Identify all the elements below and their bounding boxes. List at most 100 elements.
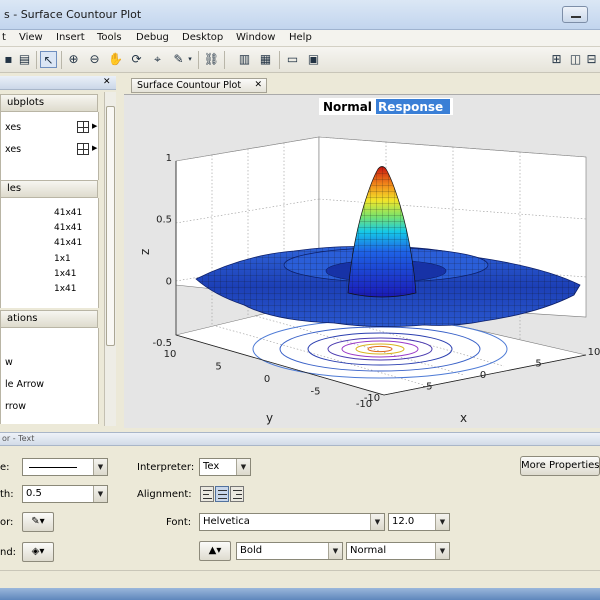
menu-edit[interactable]: t [2,32,6,43]
menu-insert[interactable]: Insert [56,32,85,43]
arrow-right-icon[interactable]: ▶ [92,122,97,130]
z-axis-ticks: 1 0.5 0 -0.5 [152,153,172,349]
chevron-down-icon: ▼ [236,459,250,475]
print-icon[interactable]: ▤ [16,51,33,68]
menu-window[interactable]: Window [236,32,275,43]
background-color-button[interactable]: ◈▾ [22,542,54,562]
line-style-label: e: [0,462,10,473]
y-axis-label: y [266,411,273,425]
edge-color-button[interactable]: ✎▾ [22,512,54,532]
save-icon[interactable]: ▪ [0,51,17,68]
line-width-label: th: [0,489,14,500]
palette-title-bar [0,76,116,90]
zoom-in-icon[interactable]: ⊕ [65,51,82,68]
zoom-out-icon[interactable]: ⊖ [86,51,103,68]
hide-plot-tools-icon[interactable]: ▭ [284,51,301,68]
property-editor-bar: or - Text [0,432,600,446]
chevron-down-icon: ▼ [370,514,384,530]
data-cursor-icon[interactable]: ⌖ [149,51,166,68]
background-color-label: nd: [0,547,17,558]
more-properties-button[interactable]: More Properties [520,456,600,476]
insert-colorbar-icon[interactable]: ▥ [236,51,253,68]
plot-title-response[interactable]: Response [378,100,443,114]
menu-view[interactable]: View [19,32,43,43]
subplot-2d-axes[interactable]: xes [5,122,21,133]
layout-rows-icon[interactable]: ⊟ [583,51,600,68]
scrollbar-thumb[interactable] [106,106,115,346]
menu-help[interactable]: Help [289,32,312,43]
variable-size[interactable]: 1x41 [54,269,77,279]
figure-toolbar: ▪ ▤ ↖ ⊕ ⊖ ✋ ⟳ ⌖ ✎ ▾ ⛓ ▥ ▦ ▭ ▣ ⊞ ◫ ⊟ [0,47,600,73]
minimize-icon [571,16,581,18]
x-axis-label: x [460,411,467,425]
close-icon[interactable]: ✕ [103,77,111,87]
z-tick-label: 0 [166,276,172,287]
menu-debug[interactable]: Debug [136,32,169,43]
align-left-button[interactable] [200,486,214,502]
brush-dropdown-icon[interactable]: ▾ [186,51,194,68]
annotation-double-arrow[interactable]: le Arrow [5,379,44,390]
align-center-button[interactable] [215,486,229,502]
insert-legend-icon[interactable]: ▦ [257,51,274,68]
link-plot-icon[interactable]: ⛓ [203,51,220,68]
annotation-text-arrow[interactable]: rrow [5,401,26,412]
line-style-select[interactable]: ▼ [22,458,108,476]
variables-header[interactable]: les [0,180,98,198]
font-angle-select[interactable]: Normal ▼ [346,542,450,560]
toolbar-separator [61,51,62,69]
annotations-panel: w le Arrow rrow [0,328,99,424]
show-plot-tools-icon[interactable]: ▣ [305,51,322,68]
edge-color-label: or: [0,517,14,528]
y-tick-label: 0 [264,374,270,385]
toolbar-separator [279,51,280,69]
grid-icon[interactable] [77,121,89,133]
interpreter-select[interactable]: Tex ▼ [199,458,251,476]
chevron-down-icon: ▼ [93,486,107,502]
property-editor: e: ▼ th: 0.5 ▼ or: ✎▾ nd: ◈▾ Interpreter… [0,446,600,570]
plot-title-normal[interactable]: Normal [323,100,372,114]
z-axis-label: z [138,249,152,255]
align-right-button[interactable] [230,486,244,502]
variable-size[interactable]: 1x1 [54,254,71,264]
font-name-select[interactable]: Helvetica ▼ [199,513,385,531]
grid-icon[interactable] [77,143,89,155]
brush-icon[interactable]: ✎ [170,51,187,68]
variable-size[interactable]: 41x41 [54,238,82,248]
palette-scrollbar[interactable] [104,92,116,426]
font-size-select[interactable]: 12.0 ▼ [388,513,450,531]
variable-size[interactable]: 1x41 [54,284,77,294]
toolbar-separator [224,51,225,69]
annotations-header[interactable]: ations [0,310,98,328]
subplot-3d-axes[interactable]: xes [5,144,21,155]
layout-columns-icon[interactable]: ◫ [567,51,584,68]
x-tick-label: -5 [423,382,433,393]
menu-bar: t View Insert Tools Debug Desktop Window… [0,30,600,47]
variable-size[interactable]: 41x41 [54,223,82,233]
subplots-panel: xes ▶ xes ▶ [0,112,99,180]
pan-icon[interactable]: ✋ [107,51,124,68]
figure-tab[interactable]: Surface Countour Plot ✕ [131,78,267,93]
chevron-down-icon: ▼ [435,543,449,559]
font-color-icon: ▲▾ [208,545,222,556]
minimize-button[interactable] [562,6,588,23]
line-width-select[interactable]: 0.5 ▼ [22,485,108,503]
layout-grid-icon[interactable]: ⊞ [548,51,565,68]
font-label: Font: [166,517,192,528]
text-color-button[interactable]: ▲▾ [199,541,231,561]
menu-desktop[interactable]: Desktop [182,32,223,43]
subplots-header[interactable]: ubplots [0,94,98,112]
chevron-down-icon: ▼ [93,459,107,475]
arrow-right-icon[interactable]: ▶ [92,144,97,152]
surface-plot[interactable]: 10.50-0.5 1050-5-10 -10-50510 z y x Norm… [124,95,600,429]
variable-size[interactable]: 41x41 [54,208,82,218]
rotate-3d-icon[interactable]: ⟳ [128,51,145,68]
close-icon[interactable]: ✕ [254,79,262,92]
toolbar-separator [36,51,37,69]
x-tick-label: 10 [588,347,600,358]
interpreter-label: Interpreter: [137,462,195,473]
font-weight-select[interactable]: Bold ▼ [236,542,343,560]
line-sample [29,467,77,468]
menu-tools[interactable]: Tools [97,32,122,43]
annotation-arrow[interactable]: w [5,357,13,368]
edit-plot-icon[interactable]: ↖ [40,51,57,68]
